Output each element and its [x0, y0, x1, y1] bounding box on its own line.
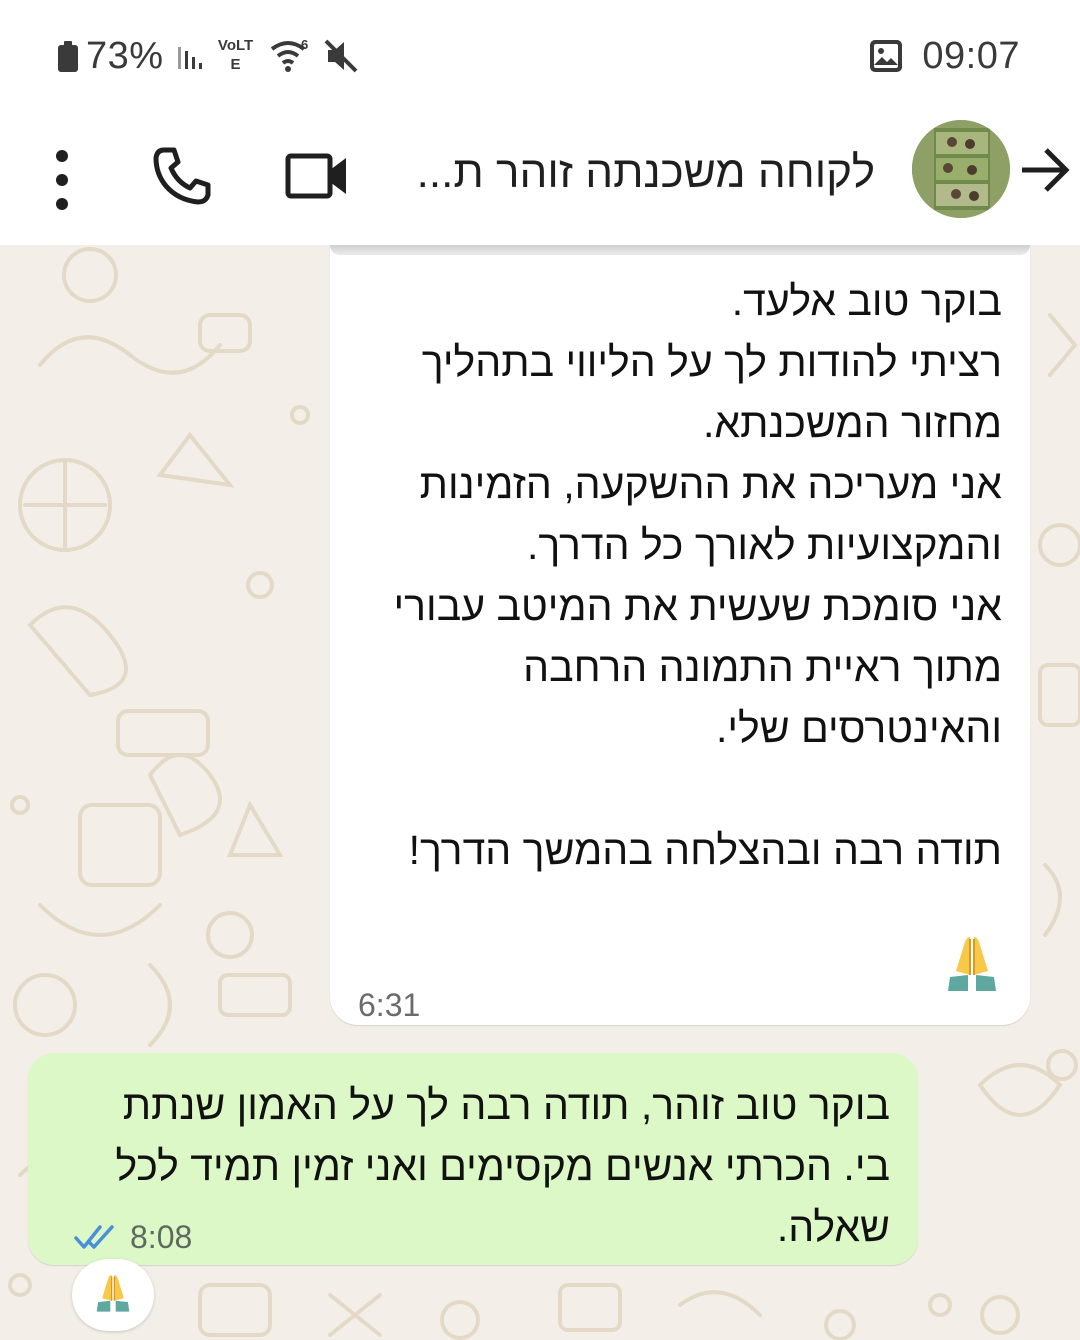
image-notification-icon [870, 40, 903, 72]
volte-label: VoLTE [217, 37, 254, 73]
volte-icon: VoLTE [218, 36, 254, 76]
folded-hands-icon [948, 937, 996, 991]
chat-header: לקוחה משכנתה זוהר ת... [0, 110, 1080, 245]
avatar-image [912, 120, 1010, 218]
status-bar: 73% VoLTE 6 09:07 [0, 0, 1080, 110]
outgoing-message-bubble[interactable]: בוקר טוב זוהר, תודה רבה לך על האמון שנתת… [28, 1053, 918, 1265]
bubble-top-edge [330, 245, 1030, 255]
back-arrow-icon[interactable] [1018, 140, 1072, 200]
message-reaction[interactable] [72, 1259, 154, 1331]
phone-icon[interactable] [150, 144, 214, 208]
avatar[interactable] [912, 120, 1010, 218]
status-right: 09:07 [868, 34, 1020, 78]
whatsapp-chat-screen: 73% VoLTE 6 09:07 לקוחה משכנתה זוהר ת...… [0, 0, 1080, 1340]
more-vert-icon[interactable] [40, 140, 84, 220]
incoming-message-bubble[interactable]: בוקר טוב אלעד. רציתי להודות לך על הליווי… [330, 245, 1030, 1025]
chat-area[interactable]: בוקר טוב אלעד. רציתי להודות לך על הליווי… [0, 245, 1080, 1340]
contact-name[interactable]: לקוחה משכנתה זוהר ת... [375, 148, 875, 198]
status-time: 09:07 [922, 34, 1020, 77]
outgoing-message-text: בוקר טוב זוהר, תודה רבה לך על האמון שנתת… [104, 1082, 890, 1250]
folded-hands-icon [96, 1275, 130, 1312]
battery-percentage: 73% [86, 34, 164, 77]
status-left: 73% VoLTE 6 [58, 34, 362, 78]
incoming-message-time: 6:31 [358, 987, 421, 1023]
wifi-6-icon: 6 [270, 37, 308, 72]
svg-text:6: 6 [301, 37, 308, 52]
read-ticks-icon [74, 1225, 114, 1249]
mute-icon [324, 39, 357, 73]
outgoing-message-time: 8:08 [130, 1218, 193, 1255]
video-icon[interactable] [284, 144, 350, 208]
battery-icon [58, 40, 78, 72]
signal-icon [177, 47, 202, 69]
outgoing-message-meta: 8:08 [74, 1217, 192, 1257]
incoming-message-text: בוקר טוב אלעד. רציתי להודות לך על הליווי… [393, 278, 1003, 873]
